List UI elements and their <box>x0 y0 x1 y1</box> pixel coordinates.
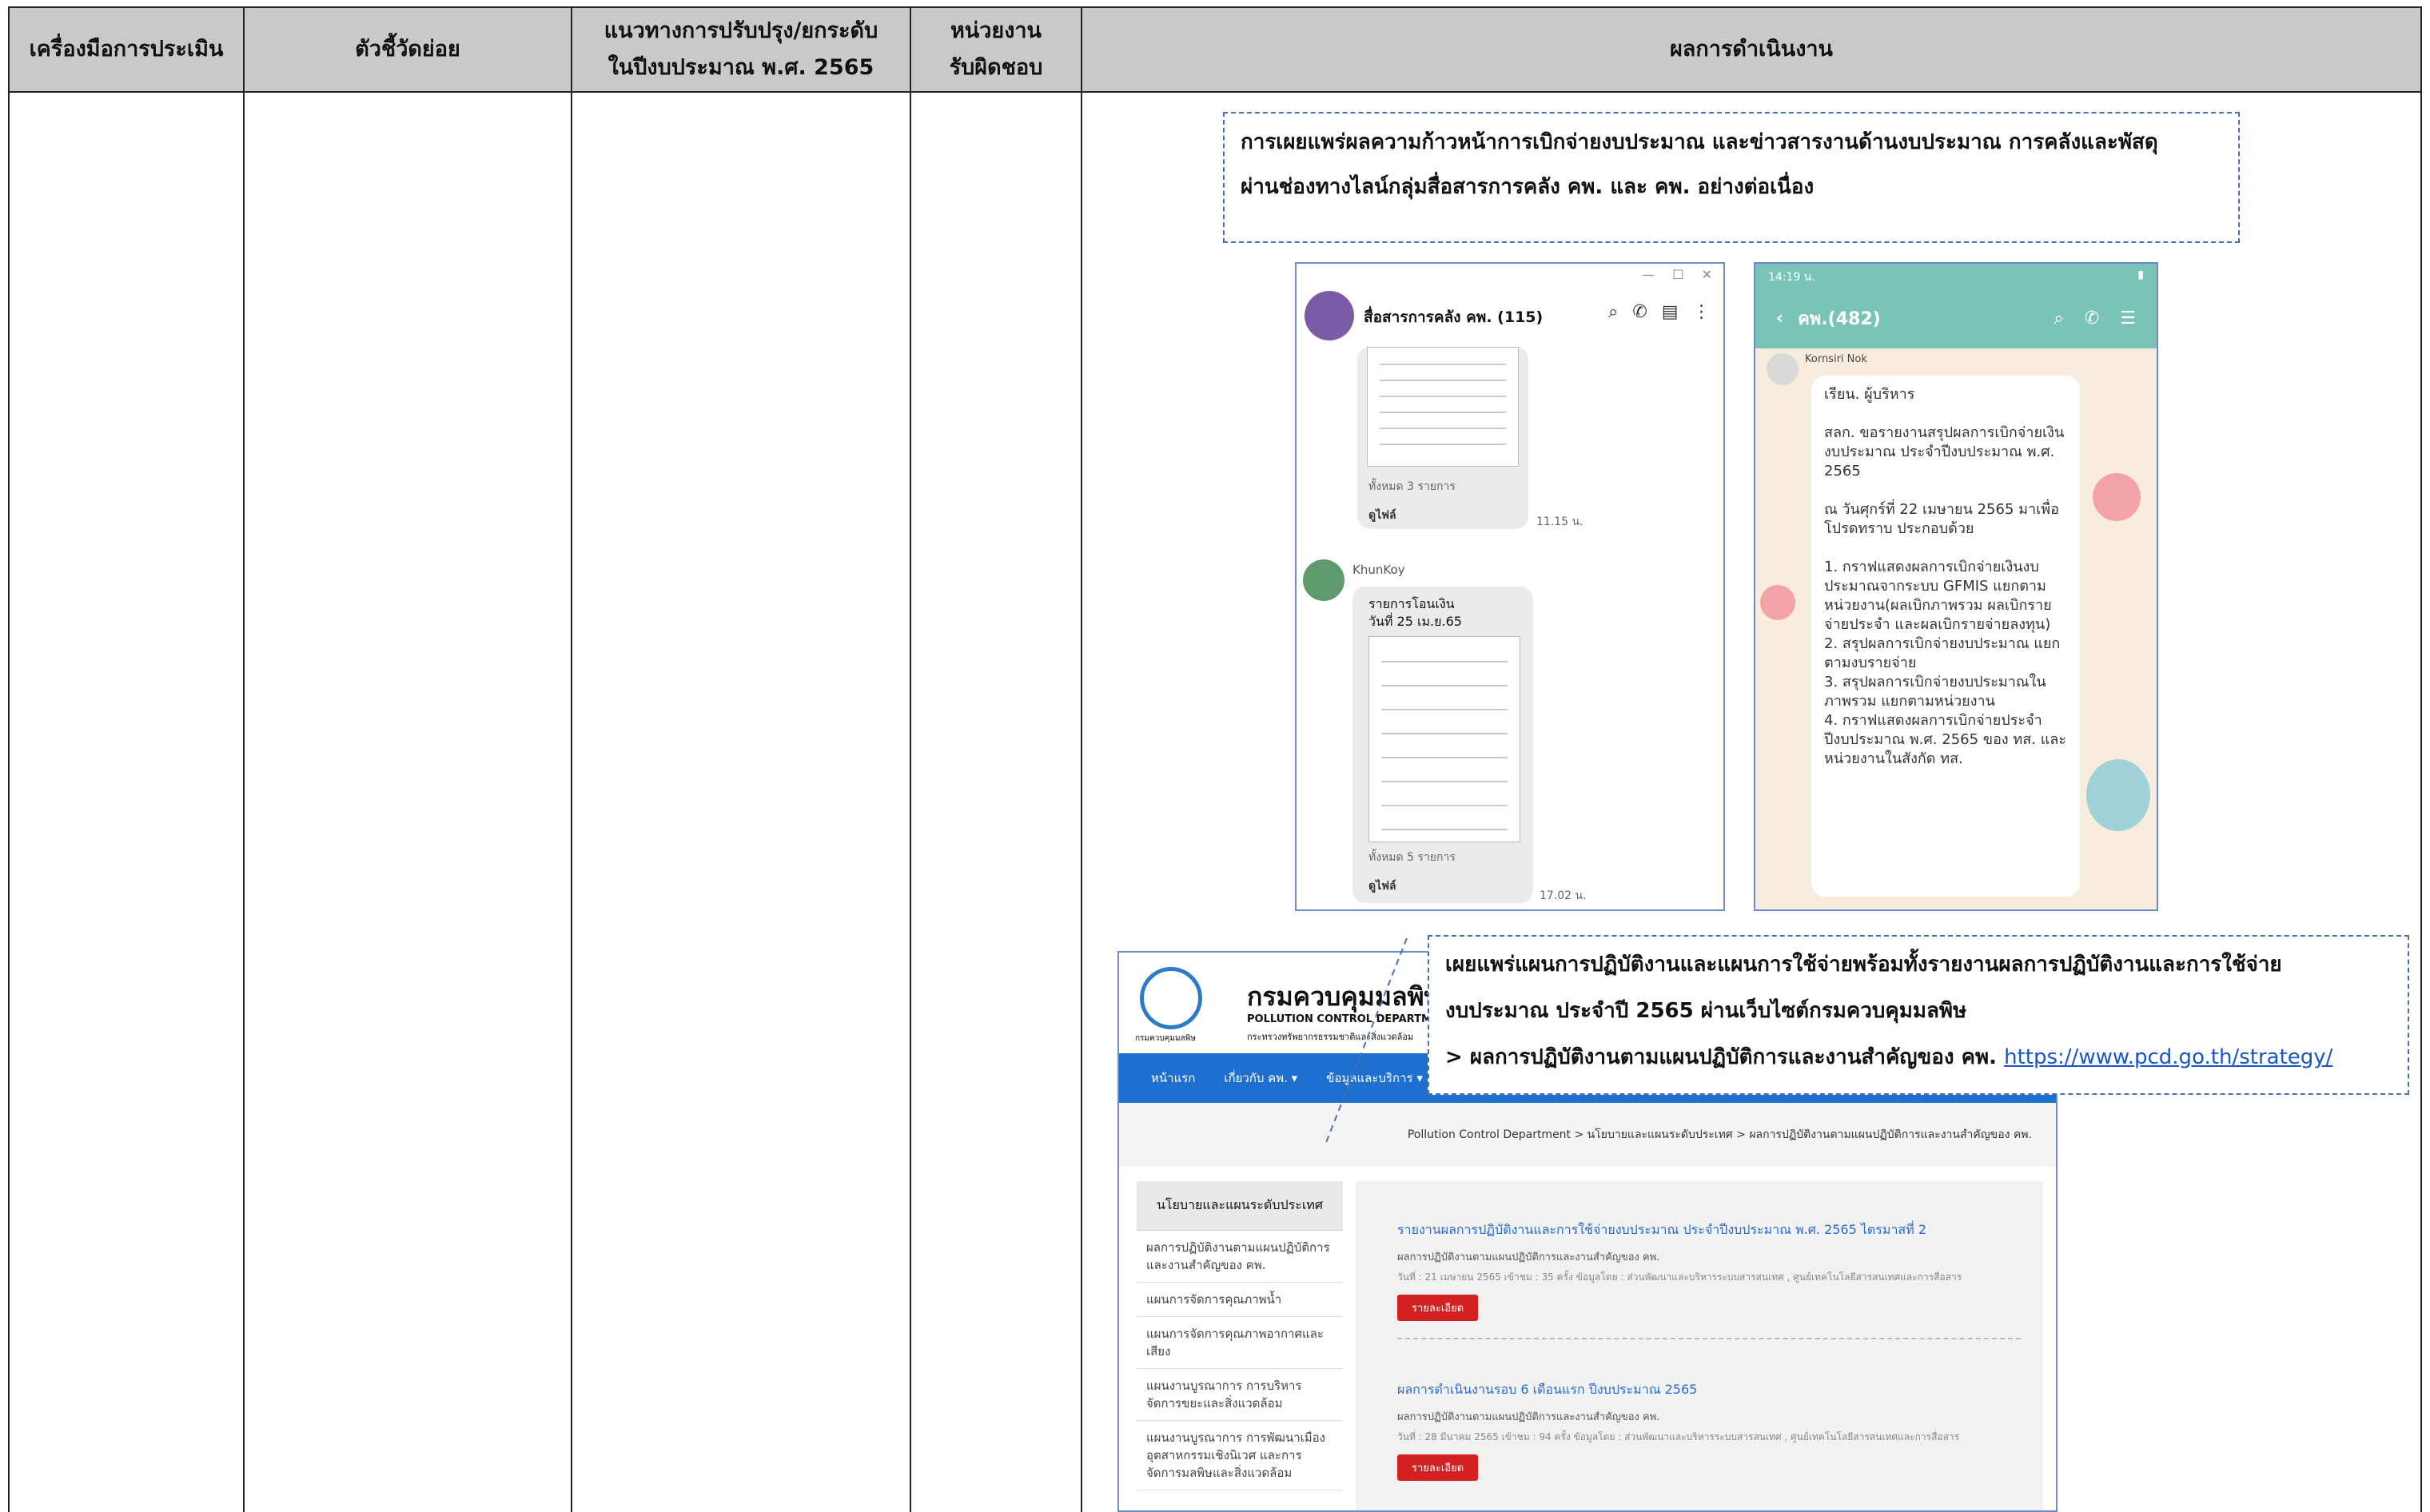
file-count: ทั้งหมด 3 รายการ <box>1368 480 1456 493</box>
logo-caption: กรมควบคุมมลพิษ <box>1135 1034 1196 1043</box>
group-avatar <box>1305 291 1354 340</box>
view-file-link[interactable]: ดูไฟล์ <box>1368 507 1396 524</box>
document-preview <box>1368 636 1520 842</box>
article-category: ผลการปฏิบัติงานตามแผนปฏิบัติการและงานสำค… <box>1397 1411 1660 1423</box>
article-meta: วันที่ : 28 มีนาคม 2565 เข้าชม : 94 ครั้… <box>1397 1431 1960 1442</box>
sidebar-item[interactable]: แผนงานบูรณาการ การบริหารจัดการขยะและสิ่ง… <box>1137 1369 1343 1421</box>
decorative-sticker <box>1760 585 1795 620</box>
header-results: ผลการดำเนินงาน <box>1669 37 1834 62</box>
table-divider-1 <box>243 93 245 1512</box>
more-icon[interactable]: ⋮ <box>1693 302 1711 322</box>
article-title[interactable]: รายงานผลการปฏิบัติงานและการใช้จ่ายงบประม… <box>1397 1221 2021 1239</box>
table-border-right <box>2420 93 2422 1512</box>
search-icon[interactable]: ⌕ <box>1608 302 1618 322</box>
group-name: สื่อสารการคลัง คพ. (115) <box>1364 308 1544 326</box>
sidebar-item[interactable]: ผลการปฏิบัติงานตามแผนปฏิบัติการและงานสำค… <box>1137 1231 1343 1283</box>
article-title[interactable]: ผลการดำเนินงานรอบ 6 เดือนแรก ปีงบประมาณ … <box>1397 1381 2021 1399</box>
header-improvement-plan: แนวทางการปรับปรุง/ยกระดับ ในปีงบประมาณ พ… <box>572 8 911 91</box>
table-header: เครื่องมือการประเมิน ตัวชี้วัดย่อย แนวทา… <box>8 6 2422 93</box>
line-group-callout: การเผยแพร่ผลความก้าวหน้าการเบิกจ่ายงบประ… <box>1223 112 2240 243</box>
pcd-logo <box>1140 967 1202 1029</box>
chat-message: เรียน. ผู้บริหาร สลก. ขอรายงานสรุปผลการเ… <box>1811 376 2080 897</box>
message-time: 11.15 น. <box>1536 515 1583 528</box>
callout-text: เผยแพร่แผนการปฏิบัติงานและแผนการใช้จ่ายพ… <box>1445 953 2282 977</box>
phone-icon[interactable]: ✆ <box>1632 302 1647 322</box>
sender-avatar <box>1767 353 1799 385</box>
header-sub-indicator: ตัวชี้วัดย่อย <box>245 8 572 91</box>
message-time: 17.02 น. <box>1540 889 1587 902</box>
article-item: ผลการดำเนินงานรอบ 6 เดือนแรก ปีงบประมาณ … <box>1397 1381 2021 1481</box>
file-message-2[interactable]: รายการโอนเงิน วันที่ 25 เม.ย.65 ทั้งหมด … <box>1352 587 1533 903</box>
view-file-link[interactable]: ดูไฟล์ <box>1368 877 1396 895</box>
sender-name: Kornsiri Nok <box>1805 353 1867 365</box>
phone-icon[interactable]: ✆ <box>2085 308 2099 328</box>
callout-leader-line <box>1325 937 1408 1145</box>
sidebar-title: นโยบายและแผนระดับประเทศ <box>1137 1181 1343 1231</box>
chat-header: ‹ คพ.(482) ⌕ ✆ ☰ <box>1755 288 2157 348</box>
callout-text: การเผยแพร่ผลความก้าวหน้าการเบิกจ่ายงบประ… <box>1241 130 2158 154</box>
table-divider-3 <box>910 93 911 1512</box>
nav-about[interactable]: เกี่ยวกับ คพ. ▾ <box>1224 1068 1297 1088</box>
search-icon[interactable]: ⌕ <box>2054 308 2064 328</box>
sidebar-item[interactable]: แผนการจัดการคุณภาพอากาศและเสียง <box>1137 1317 1343 1369</box>
notes-icon[interactable]: ▤ <box>1662 302 1679 322</box>
message-date: วันที่ 25 เม.ย.65 <box>1368 614 1462 629</box>
header-responsible-unit: หน่วยงาน รับผิดชอบ <box>911 8 1082 91</box>
strategy-link[interactable]: https://www.pcd.go.th/strategy/ <box>2004 1045 2332 1069</box>
table-divider-4 <box>1081 93 1082 1512</box>
sender-avatar <box>1303 559 1344 601</box>
website-callout: เผยแพร่แผนการปฏิบัติงานและแผนการใช้จ่ายพ… <box>1428 935 2409 1095</box>
sidebar-item[interactable]: แผนงานบูรณาการ การพัฒนาเมืองอุตสาหกรรมเช… <box>1137 1421 1343 1490</box>
line-mobile-screenshot: 14:19 น. ▮ ‹ คพ.(482) ⌕ ✆ ☰ Kornsiri Nok เร… <box>1754 262 2158 911</box>
document-preview <box>1367 347 1519 467</box>
window-controls: — ☐ ✕ <box>1642 267 1712 282</box>
chat-title: คพ.(482) <box>1798 308 1881 329</box>
article-category: ผลการปฏิบัติงานตามแผนปฏิบัติการและงานสำค… <box>1397 1251 1660 1263</box>
divider <box>1397 1338 2021 1339</box>
header-assessment-tool: เครื่องมือการประเมิน <box>10 8 245 91</box>
callout-text: ผ่านช่องทางไลน์กลุ่มสื่อสารการคลัง คพ. แ… <box>1241 175 1815 199</box>
file-count: ทั้งหมด 5 รายการ <box>1368 851 1456 864</box>
line-desktop-screenshot: — ☐ ✕ สื่อสารการคลัง คพ. (115) ⌕ ✆ ▤ ⋮ ทั้งหม… <box>1295 262 1725 911</box>
article-item: รายงานผลการปฏิบัติงานและการใช้จ่ายงบประม… <box>1397 1221 2021 1321</box>
sender-name: KhunKoy <box>1352 563 1405 577</box>
callout-text: > ผลการปฏิบัติงานตามแผนปฏิบัติการและงานส… <box>1445 1045 1998 1069</box>
chat-toolbar: ⌕ ✆ ▤ ⋮ <box>1608 302 1711 322</box>
menu-icon[interactable]: ☰ <box>2120 308 2136 328</box>
nav-home[interactable]: หน้าแรก <box>1151 1068 1195 1088</box>
sidebar-item[interactable]: แผนการจัดการคุณภาพน้ำ <box>1137 1283 1343 1317</box>
decorative-sticker <box>2093 473 2141 521</box>
status-time: 14:19 น. <box>1768 271 1815 284</box>
status-bar: 14:19 น. ▮ <box>1755 264 2157 288</box>
article-list: รายงานผลการปฏิบัติงานและการใช้จ่ายงบประม… <box>1356 1181 2043 1510</box>
callout-text: งบประมาณ ประจำปี 2565 ผ่านเว็บไซต์กรมควบ… <box>1445 999 1967 1023</box>
breadcrumb: Pollution Control Department > นโยบายและ… <box>1119 1103 2056 1167</box>
sidebar: นโยบายและแผนระดับประเทศ ผลการปฏิบัติงานต… <box>1137 1181 1343 1510</box>
decorative-sticker <box>2086 759 2150 831</box>
table-divider-2 <box>571 93 572 1512</box>
details-button[interactable]: รายละเอียด <box>1397 1454 1479 1481</box>
file-message-1[interactable]: ทั้งหมด 3 รายการ ดูไฟล์ <box>1357 347 1528 529</box>
back-icon[interactable]: ‹ <box>1776 308 1783 328</box>
details-button[interactable]: รายละเอียด <box>1397 1295 1479 1321</box>
battery-icon: ▮ <box>2137 269 2144 281</box>
article-meta: วันที่ : 21 เมษายน 2565 เข้าชม : 35 ครั้… <box>1397 1271 1962 1283</box>
table-border-left <box>8 93 10 1512</box>
